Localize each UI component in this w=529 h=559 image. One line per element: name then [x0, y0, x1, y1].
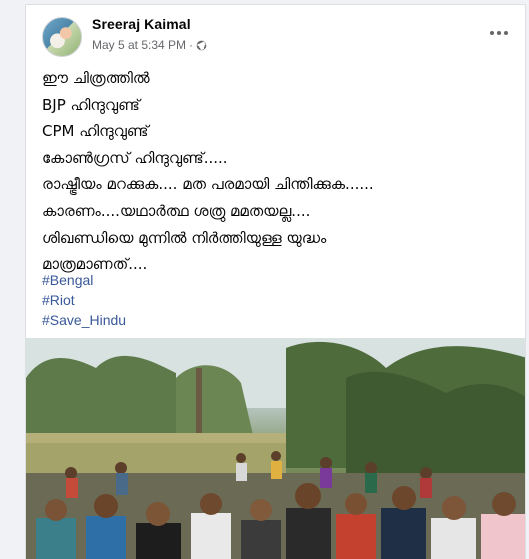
post-card: Sreeraj Kaimal May 5 at 5:34 PM · ഈ ചിത്… — [25, 4, 526, 559]
globe-icon[interactable] — [196, 40, 207, 51]
post-text-line: ഈ ചിത്രത്തിൽ — [42, 69, 150, 87]
post-text-line: BJP ഹിന്ദുവുണ്ട് — [42, 95, 140, 114]
post-timestamp[interactable]: May 5 at 5:34 PM — [92, 38, 186, 52]
post-text-line: രാഷ്ട്രീയം മറക്കുക.... മത പരമായി ചിന്തിക… — [42, 175, 374, 194]
post-text: ഈ ചിത്രത്തിൽ BJP ഹിന്ദുവുണ്ട് CPM ഹിന്ദു… — [42, 65, 512, 278]
post-photo[interactable] — [26, 338, 525, 559]
post-text-line: CPM ഹിന്ദുവുണ്ട് — [42, 122, 149, 141]
more-dot — [504, 31, 508, 35]
post-text-line: ശിഖണ്ഡിയെ മുന്നിൽ നിർത്തിയുള്ള യുദ്ധം — [42, 228, 327, 247]
crowd-photo-illustration — [26, 338, 525, 559]
hashtag-link[interactable]: #Save_Hindu — [42, 310, 126, 330]
more-dot — [490, 31, 494, 35]
hashtag-link[interactable]: #Riot — [42, 290, 126, 310]
post-text-line: കോൺഗ്രസ് ഹിന്ദുവുണ്ട്..... — [42, 148, 228, 167]
more-dot — [497, 31, 501, 35]
author-name[interactable]: Sreeraj Kaimal — [92, 16, 191, 32]
author-avatar[interactable] — [42, 17, 82, 57]
more-options-icon[interactable] — [487, 23, 511, 43]
hashtag-link[interactable]: #Bengal — [42, 270, 126, 290]
post-text-line: കാരണം....യഥാർത്ഥ ശത്രു മമതയല്ല.... — [42, 201, 311, 220]
meta-separator: · — [189, 38, 194, 52]
post-header: Sreeraj Kaimal May 5 at 5:34 PM · — [26, 5, 525, 63]
hashtag-list: #Bengal #Riot #Save_Hindu — [42, 270, 126, 330]
post-meta: May 5 at 5:34 PM · — [92, 38, 207, 52]
